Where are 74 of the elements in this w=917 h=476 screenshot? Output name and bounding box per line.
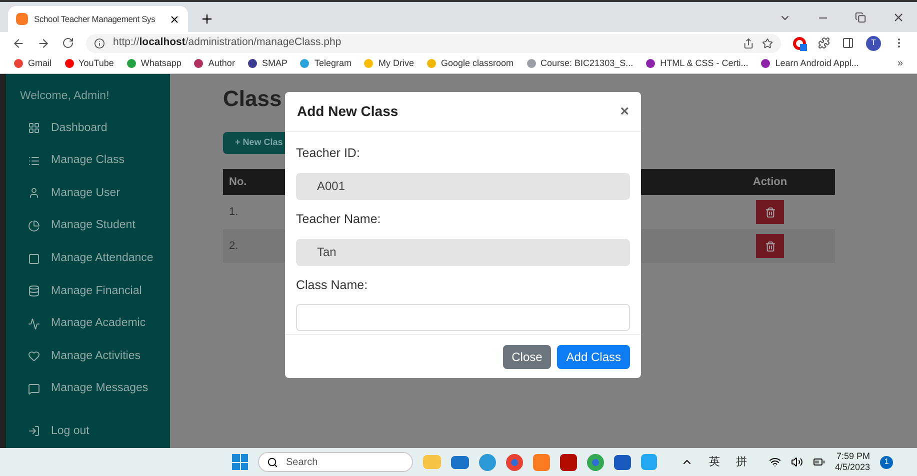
taskbar-search[interactable]: Search xyxy=(258,452,413,472)
new-tab-icon[interactable] xyxy=(200,12,214,26)
url-text: http://localhost/administration/manageClass.php xyxy=(113,35,342,50)
trash-icon xyxy=(764,206,776,218)
sidebar-item[interactable]: Manage Activities xyxy=(6,347,170,366)
text-field[interactable] xyxy=(296,304,630,332)
sidebar-item[interactable]: Manage Financial xyxy=(6,282,170,300)
notification-badge[interactable]: 1 xyxy=(880,456,894,468)
logout-icon xyxy=(28,425,40,438)
trash-icon xyxy=(764,240,776,252)
share-icon[interactable] xyxy=(743,38,754,48)
heart-icon xyxy=(28,350,40,362)
bookmark-star-icon[interactable] xyxy=(762,38,773,48)
close-button[interactable]: × xyxy=(620,104,629,119)
bookmark[interactable]: HTML & CSS - Certi... xyxy=(646,56,748,70)
welcome-text: Welcome, Admin! xyxy=(19,89,110,104)
side-panel-icon[interactable] xyxy=(842,37,854,49)
pie-chart-icon xyxy=(28,220,40,232)
bookmark[interactable]: Google classroom xyxy=(426,56,514,70)
more-bookmarks[interactable]: » xyxy=(897,56,903,71)
page-heading: Class xyxy=(223,86,282,112)
volume-icon[interactable] xyxy=(791,456,803,468)
bookmark[interactable]: Learn Android Appl... xyxy=(761,56,859,70)
table-cell-text: 2. xyxy=(228,238,238,254)
restore-icon[interactable] xyxy=(855,12,866,23)
battery-icon[interactable] xyxy=(813,456,825,468)
close-icon[interactable] xyxy=(169,14,180,24)
windows-start-icon[interactable] xyxy=(232,454,248,470)
column-header: No. xyxy=(228,174,247,190)
address-bar[interactable]: http://localhost/administration/manageClass.php xyxy=(86,34,781,52)
reload-icon[interactable] xyxy=(62,37,74,49)
add-class-button[interactable]: Add Class xyxy=(557,344,630,368)
close-icon[interactable] xyxy=(892,11,905,24)
field-label: Class Name: xyxy=(296,276,369,294)
bookmark[interactable]: Whatsapp xyxy=(126,56,182,70)
browser-tab[interactable]: School Teacher Management Sys xyxy=(8,6,188,32)
bookmark[interactable]: Author xyxy=(194,56,235,70)
column-header: Action xyxy=(752,174,788,190)
sidebar-item[interactable]: Manage Academic xyxy=(6,314,170,333)
extensions-icon[interactable] xyxy=(818,37,830,49)
clock-time[interactable]: 7:59 PM xyxy=(836,451,870,462)
close-dialog-button[interactable]: Close xyxy=(502,344,552,368)
tab-title: School Teacher Management Sys xyxy=(34,12,156,26)
search-icon xyxy=(267,456,278,468)
sidebar-item[interactable]: Manage Messages xyxy=(6,380,170,398)
back-icon[interactable] xyxy=(12,36,25,50)
modal-title: Add New Class xyxy=(297,102,398,121)
table-cell-text: 1. xyxy=(228,204,238,220)
sidebar-item[interactable]: Manage Class xyxy=(6,152,170,170)
database-icon xyxy=(28,285,40,298)
grid-icon xyxy=(28,122,40,134)
logout-link[interactable]: Log out xyxy=(6,422,170,440)
forward-icon[interactable] xyxy=(37,36,50,50)
bookmark[interactable]: Gmail xyxy=(14,56,52,70)
bookmark[interactable]: YouTube xyxy=(64,56,114,70)
sidebar-item[interactable]: Dashboard xyxy=(6,119,170,138)
message-icon xyxy=(28,383,40,395)
user-icon xyxy=(28,187,40,200)
info-icon[interactable] xyxy=(94,38,105,48)
bookmark[interactable]: SMAP xyxy=(248,56,288,70)
input-method-indicator[interactable]: 拼 xyxy=(736,454,747,470)
delete-button[interactable] xyxy=(756,234,784,258)
bookmark[interactable]: Course: BIC21303_S... xyxy=(526,56,634,70)
bookmark[interactable]: Telegram xyxy=(300,56,352,70)
profile-avatar[interactable]: T xyxy=(866,36,881,50)
sidebar-item[interactable]: Manage Student xyxy=(6,217,170,236)
clock-date[interactable]: 4/5/2023 xyxy=(835,462,870,473)
sidebar-item[interactable]: Manage User xyxy=(6,184,170,202)
bookmark[interactable]: My Drive xyxy=(364,56,414,70)
wave-icon xyxy=(28,318,40,330)
delete-button[interactable] xyxy=(756,200,784,224)
input-method-indicator[interactable]: 英 xyxy=(709,454,720,470)
sidebar-item[interactable]: Manage Attendance xyxy=(6,250,170,268)
field-label: Teacher Name: xyxy=(296,210,382,228)
